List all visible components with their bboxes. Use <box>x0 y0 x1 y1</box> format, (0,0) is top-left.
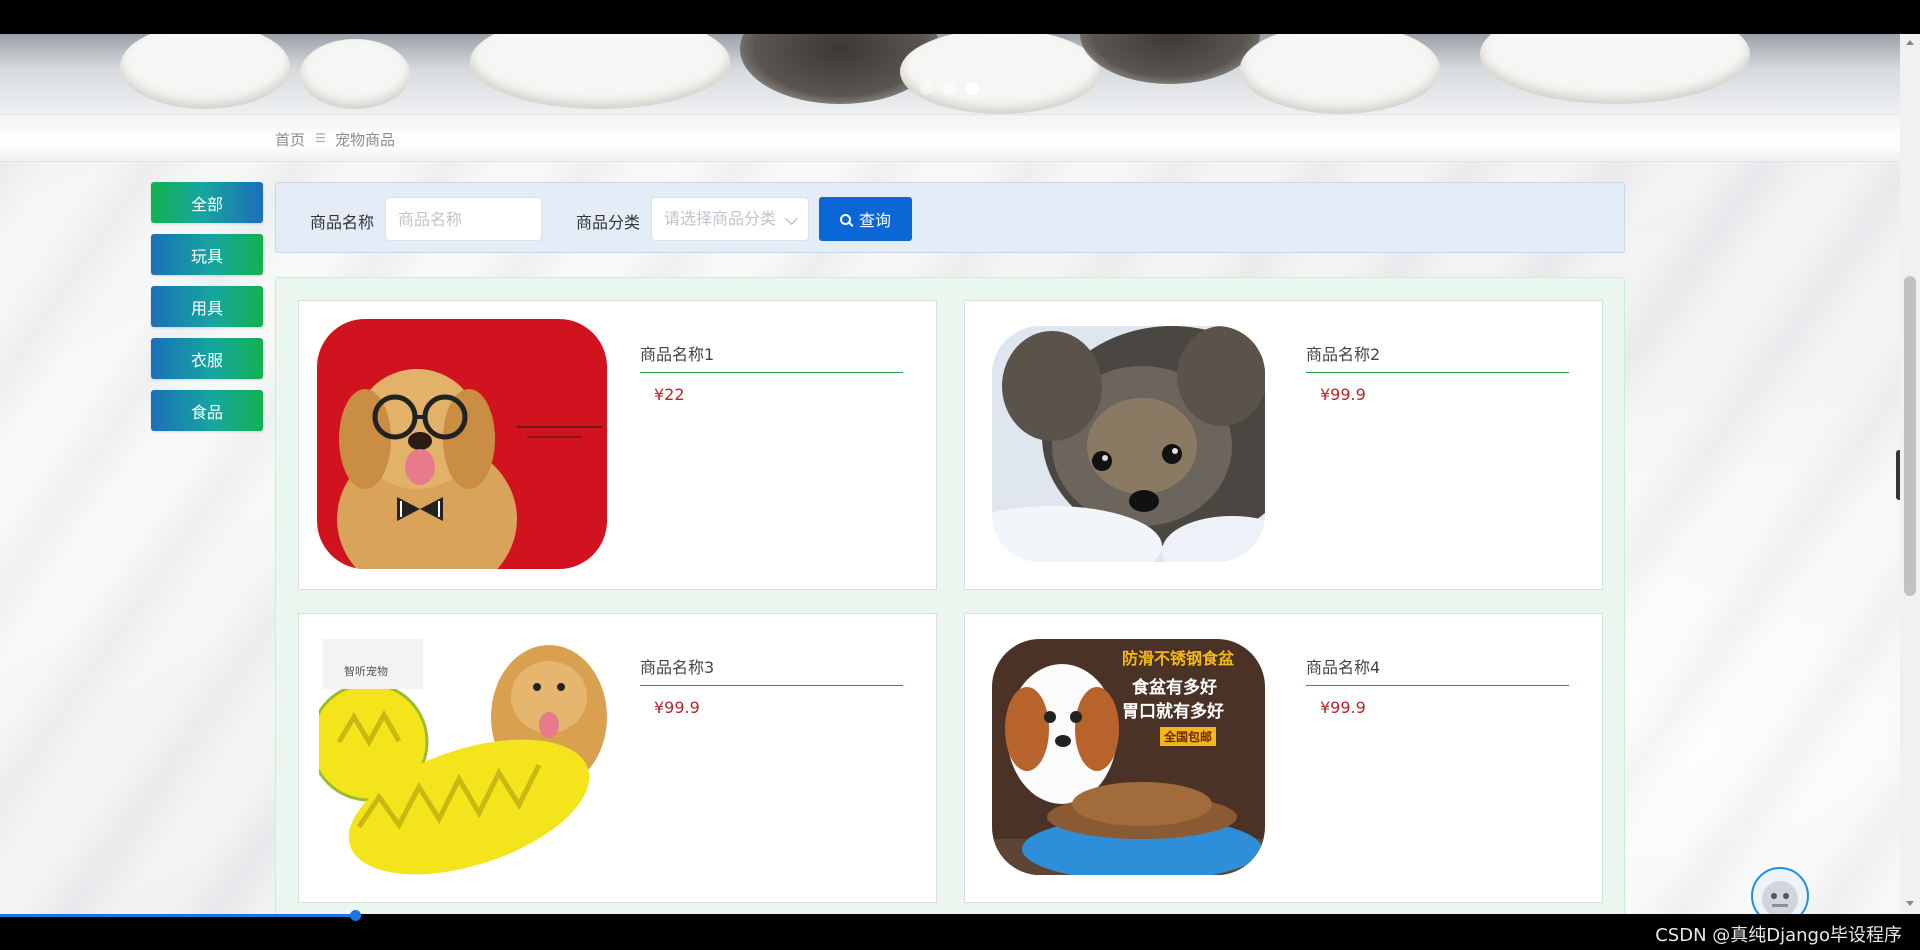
product-name[interactable]: 商品名称1 <box>640 341 903 373</box>
hero-banner <box>0 34 1900 114</box>
product-image[interactable]: 智听宠物 <box>319 637 607 875</box>
product-category-select[interactable]: 请选择商品分类 <box>651 197 809 241</box>
product-price: ¥99.9 <box>654 698 700 717</box>
product-image-promo-text: 胃口就有多好 <box>1122 702 1224 722</box>
banner-image-dog-paw <box>120 34 290 109</box>
product-price: ¥22 <box>654 385 685 404</box>
product-image-promo-text: 全国包邮 <box>1160 727 1217 746</box>
floating-assistant-avatar[interactable] <box>1751 867 1809 914</box>
product-image-promo-text: 防滑不锈钢食盆 <box>1122 649 1235 668</box>
product-price: ¥99.9 <box>1320 698 1366 717</box>
banner-image-dog-fur <box>1080 34 1260 84</box>
product-card[interactable]: 智听宠物 商品名称3 ¥99.9 <box>298 613 937 903</box>
product-name-label: 商品名称 <box>310 213 375 232</box>
breadcrumb-separator-icon: ☰ <box>315 131 326 145</box>
carousel-dot[interactable] <box>943 82 956 95</box>
banner-image-dog-paw <box>470 34 730 109</box>
page-viewport: 首页 ☰ 宠物商品 全部 玩具 用具 衣服 食品 商品名称 商品分类 请选择商品… <box>0 34 1900 914</box>
banner-image-dog-paw <box>1240 34 1440 114</box>
carousel-dot-active[interactable] <box>966 82 979 95</box>
watermark: CSDN @真纯Django毕设程序 <box>1655 925 1902 946</box>
breadcrumb: 首页 ☰ 宠物商品 <box>0 114 1900 162</box>
sidebar-item-toys[interactable]: 玩具 <box>151 234 263 275</box>
carousel-dot[interactable] <box>920 82 933 95</box>
banner-image-dog-paw <box>300 39 410 109</box>
product-grid: 商品名称1 ¥22 商品名称2 ¥99.9 智听宠物 商品名称3 ¥99.9 防… <box>275 277 1625 914</box>
video-bottom-bar: CSDN @真纯Django毕设程序 <box>0 910 1920 950</box>
product-card[interactable]: 商品名称2 ¥99.9 <box>964 300 1603 590</box>
product-category-label: 商品分类 <box>576 213 641 232</box>
banner-image-dog-paw <box>900 34 1100 114</box>
category-select-placeholder: 请选择商品分类 <box>664 209 777 228</box>
search-panel: 商品名称 商品分类 请选择商品分类 查询 <box>275 182 1625 253</box>
carousel-indicators <box>920 82 979 95</box>
product-image[interactable]: 防滑不锈钢食盆 食盆有多好 胃口就有多好 全国包邮 <box>992 639 1265 875</box>
sidebar-item-supplies[interactable]: 用具 <box>151 286 263 327</box>
scroll-down-arrow-icon[interactable] <box>1906 901 1914 906</box>
query-button-label: 查询 <box>858 211 891 230</box>
breadcrumb-home[interactable]: 首页 <box>275 129 305 150</box>
progress-bar[interactable] <box>0 914 356 917</box>
scroll-up-arrow-icon[interactable] <box>1906 40 1914 45</box>
sidebar-item-clothes[interactable]: 衣服 <box>151 338 263 379</box>
chevron-down-icon <box>785 212 798 225</box>
product-image-promo-text: 食盆有多好 <box>1132 678 1217 698</box>
product-image[interactable] <box>992 326 1265 562</box>
progress-knob[interactable] <box>350 910 361 921</box>
product-card[interactable]: 商品名称1 ¥22 <box>298 300 937 590</box>
scrollbar-thumb[interactable] <box>1904 276 1916 596</box>
sidebar-item-food[interactable]: 食品 <box>151 390 263 431</box>
product-image-brand-text: 智听宠物 <box>344 665 388 678</box>
breadcrumb-current: 宠物商品 <box>335 131 396 149</box>
product-name[interactable]: 商品名称2 <box>1306 341 1569 373</box>
product-name[interactable]: 商品名称3 <box>640 654 903 686</box>
query-button[interactable]: 查询 <box>819 197 912 241</box>
banner-image-dog-paw <box>1480 34 1750 104</box>
product-card[interactable]: 防滑不锈钢食盆 食盆有多好 胃口就有多好 全国包邮 商品名称4 ¥99.9 <box>964 613 1603 903</box>
product-image[interactable] <box>317 319 607 569</box>
product-price: ¥99.9 <box>1320 385 1366 404</box>
scrollbar[interactable] <box>1900 34 1920 914</box>
search-icon <box>839 213 851 225</box>
product-name-input[interactable] <box>385 197 542 241</box>
product-name[interactable]: 商品名称4 <box>1306 654 1569 686</box>
sidebar-item-all[interactable]: 全部 <box>151 182 263 223</box>
